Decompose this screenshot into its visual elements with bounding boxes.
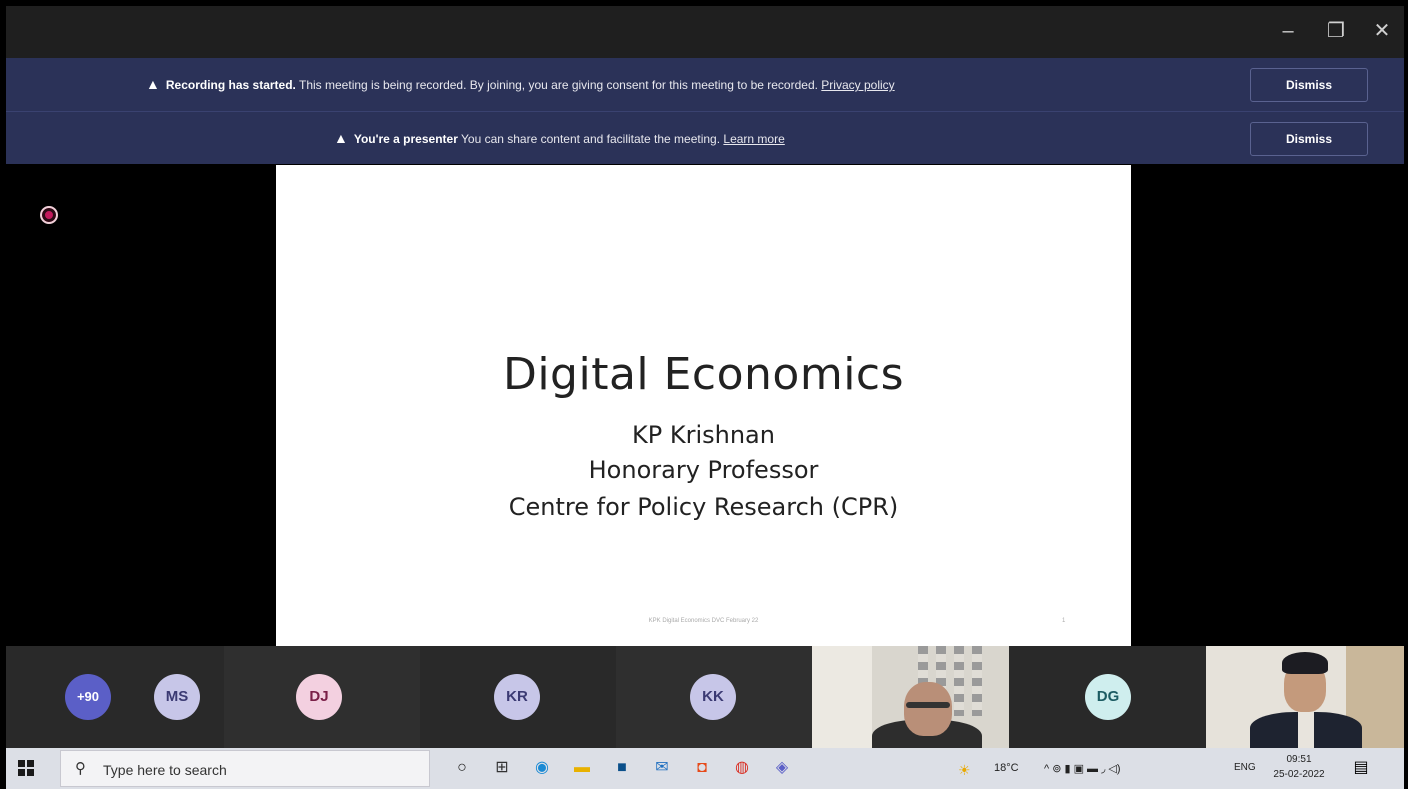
participant-tile[interactable]: +90 MS (6, 646, 224, 748)
warning-icon: ▲ (146, 76, 160, 92)
windows-taskbar: ⚲ Type here to search ○ ⊞ ◉ ▬ ■ ✉ ◘ ◍ ◈ ☀ 18°C ^… (6, 748, 1404, 789)
participant-video[interactable] (812, 646, 1009, 748)
file-explorer-icon[interactable]: ▬ (570, 756, 594, 780)
close-icon[interactable]: ✕ (1364, 16, 1400, 46)
system-tray-icons[interactable]: ^ ⊚ ▮ ▣ ▬ ◞ ◁) (1044, 762, 1121, 775)
presenter-banner: ▲ You're a presenter You can share conten… (6, 111, 1404, 164)
slide-presenter-role: Honorary Professor (588, 456, 819, 484)
participant-strip: +90 MS DJ KR KK DG (6, 646, 1404, 748)
dismiss-recording-button[interactable]: Dismiss (1250, 68, 1368, 102)
learn-more-link[interactable]: Learn more (723, 132, 784, 146)
cortana-icon[interactable]: ○ (450, 756, 474, 780)
meeting-stage: Digital Economics KP Krishnan Honorary P… (6, 165, 1404, 646)
chrome-icon[interactable]: ◍ (730, 756, 754, 780)
slide-page-number: 1 (1062, 618, 1066, 624)
privacy-policy-link[interactable]: Privacy policy (821, 78, 894, 92)
recording-title: Recording has started. (165, 78, 296, 92)
edge-icon[interactable]: ◉ (530, 756, 554, 780)
weather-icon[interactable]: ☀ (958, 762, 971, 779)
taskbar-clock[interactable]: 09:51 25-02-2022 (1264, 752, 1334, 782)
weather-temperature[interactable]: 18°C (994, 762, 1019, 774)
self-video[interactable] (1206, 646, 1404, 748)
warning-icon: ▲ (334, 130, 348, 146)
more-participants-avatar[interactable]: +90 (65, 674, 111, 720)
avatar: KR (494, 674, 540, 720)
window-titlebar: – ❐ ✕ (6, 6, 1404, 58)
dismiss-presenter-button[interactable]: Dismiss (1250, 122, 1368, 156)
avatar: KK (690, 674, 736, 720)
presenter-text: You can share content and facilitate the… (457, 132, 724, 146)
slide-presenter-name: KP Krishnan (632, 421, 775, 449)
participant-tile[interactable]: DJ (224, 646, 420, 748)
recording-message: ▲ Recording has started. This meeting is … (146, 58, 895, 111)
participant-tile[interactable]: DG (1009, 646, 1206, 748)
recording-text: This meeting is being recorded. By joini… (295, 78, 822, 92)
search-icon: ⚲ (75, 760, 86, 777)
avatar: DJ (296, 674, 342, 720)
language-indicator[interactable]: ENG (1234, 762, 1256, 773)
task-view-icon[interactable]: ⊞ (490, 756, 514, 780)
avatar: MS (154, 674, 200, 720)
search-placeholder: Type here to search (103, 762, 227, 778)
presenter-message: ▲ You're a presenter You can share conten… (334, 112, 785, 165)
windows-start-icon[interactable] (18, 760, 34, 776)
teams-icon[interactable]: ◈ (770, 756, 794, 780)
mail-icon[interactable]: ✉ (650, 756, 674, 780)
participant-tile[interactable]: KK (616, 646, 812, 748)
slide-title: Digital Economics (502, 349, 905, 400)
shared-slide[interactable]: Digital Economics KP Krishnan Honorary P… (276, 165, 1131, 646)
taskbar-search-input[interactable]: ⚲ Type here to search (60, 750, 430, 787)
recording-banner: ▲ Recording has started. This meeting is … (6, 58, 1404, 111)
minimize-icon[interactable]: – (1270, 16, 1306, 46)
slide-footer: KPK Digital Economics DVC February 22 (648, 618, 759, 624)
avatar: DG (1085, 674, 1131, 720)
maximize-icon[interactable]: ❐ (1318, 16, 1354, 46)
participant-tile[interactable]: KR (420, 646, 616, 748)
store-icon[interactable]: ■ (610, 756, 634, 780)
office-icon[interactable]: ◘ (690, 756, 714, 780)
notification-icon[interactable]: ▤ (1350, 757, 1372, 779)
clock-time: 09:51 (1286, 754, 1312, 765)
slide-presenter-org: Centre for Policy Research (CPR) (508, 493, 899, 521)
recording-indicator-icon (40, 206, 58, 224)
presenter-title: You're a presenter (353, 132, 458, 146)
clock-date: 25-02-2022 (1273, 769, 1325, 780)
